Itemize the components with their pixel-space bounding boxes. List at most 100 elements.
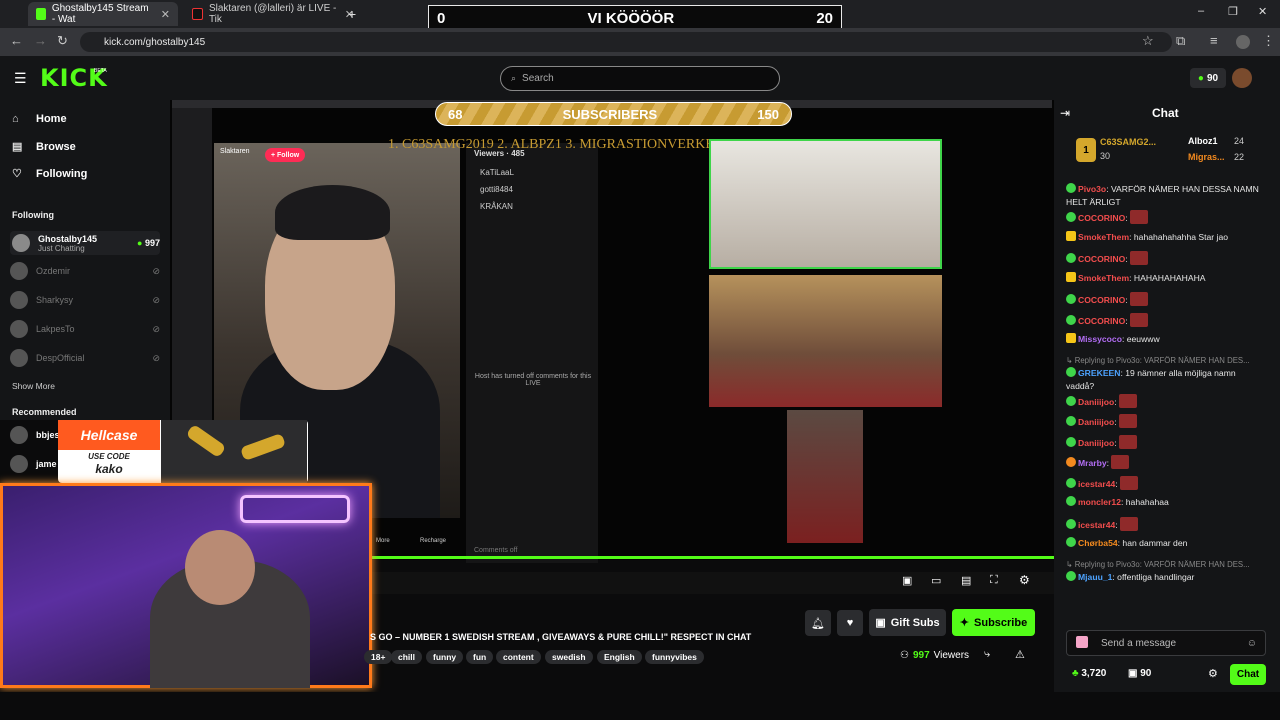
chat-username[interactable]: SmokeThem <box>1078 273 1129 283</box>
following-item-ozdemir[interactable]: Ozdemir ⊘ <box>10 262 160 280</box>
chat-username[interactable]: COCORINO <box>1078 316 1125 326</box>
chat-username[interactable]: Daniiijoo <box>1078 417 1114 427</box>
notification-bell-button[interactable]: 🔔︎ <box>805 610 831 636</box>
tag[interactable]: swedish <box>545 650 593 664</box>
profile-icon[interactable] <box>1236 35 1250 49</box>
hamburger-menu-icon[interactable]: ☰ <box>14 70 27 87</box>
back-icon[interactable]: ← <box>10 33 23 48</box>
theater-mode-icon[interactable]: ▭ <box>931 574 941 587</box>
chat-username[interactable]: Mjauu_1 <box>1078 572 1112 582</box>
tag[interactable]: content <box>496 650 541 664</box>
clip-icon[interactable]: ▤ <box>961 574 971 587</box>
gift-icon[interactable] <box>1076 636 1088 648</box>
leader-name[interactable]: C63SAMG2... <box>1100 137 1156 147</box>
pip-icon[interactable]: ▣ <box>902 574 912 587</box>
subscribe-button[interactable]: ✦ Subscribe <box>952 609 1035 636</box>
score-right: 20 <box>816 9 833 27</box>
tag[interactable]: chill <box>391 650 423 664</box>
gift-subs-button[interactable]: ▣ Gift Subs <box>869 609 946 636</box>
tab-close-icon[interactable]: ✕ <box>161 8 170 21</box>
nav-following[interactable]: ♡ Following <box>12 167 87 181</box>
follow-heart-button[interactable]: ♥ <box>837 610 863 636</box>
address-bar[interactable]: kick.com/ghostalby145 <box>80 32 1172 52</box>
avatar <box>10 455 28 473</box>
chat-username[interactable]: Pivo3o <box>1078 184 1106 194</box>
kicks-balance[interactable]: ♣ 3,720 <box>1072 668 1106 679</box>
maximize-button[interactable]: ❐ <box>1228 5 1238 18</box>
following-item-sharkysy[interactable]: Sharkysy ⊘ <box>10 291 160 309</box>
following-item-despofficial[interactable]: DespOfficial ⊘ <box>10 349 160 367</box>
collapse-chat-icon[interactable]: ⇥ <box>1060 106 1070 120</box>
show-more-link[interactable]: Show More <box>12 381 55 391</box>
chat-message: SmokeThem: HAHAHAHAHAHA <box>1066 271 1266 285</box>
recommended-heading: Recommended <box>12 407 77 417</box>
chat-username[interactable]: icestar44 <box>1078 520 1115 530</box>
menu-dots-icon[interactable]: ⋮ <box>1262 33 1275 49</box>
reload-icon[interactable]: ↻ <box>57 33 68 49</box>
chat-badge-icon <box>1066 537 1076 547</box>
chat-username[interactable]: Mrarby <box>1078 458 1107 468</box>
chat-emote-icon <box>1130 210 1149 224</box>
avatar <box>12 234 30 252</box>
tag[interactable]: funnyvibes <box>645 650 704 664</box>
chat-text: eeuwww <box>1126 334 1160 344</box>
chat-settings-icon[interactable]: ⚙ <box>1208 667 1218 680</box>
tab-kick[interactable]: Ghostalby145 Stream - Wat ✕ <box>28 2 178 26</box>
chat-message: Missycoco: eeuwww <box>1066 333 1266 346</box>
forward-icon[interactable]: → <box>34 33 47 48</box>
leader-name[interactable]: Migras... <box>1188 152 1225 162</box>
chat-username[interactable]: moncler12 <box>1078 497 1121 507</box>
points-balance[interactable]: ▣ 90 <box>1128 668 1151 679</box>
nav-browse[interactable]: ▤ Browse <box>12 140 76 154</box>
chat-username[interactable]: icestar44 <box>1078 479 1115 489</box>
tag[interactable]: 18+ <box>364 650 393 664</box>
extensions-icon[interactable]: ⧉ <box>1176 33 1185 49</box>
subs-current: 68 <box>448 106 463 122</box>
following-item-lakpesto[interactable]: LakpesTo ⊘ <box>10 320 160 338</box>
points-badge[interactable]: ● 90 <box>1190 68 1226 88</box>
tag[interactable]: funny <box>426 650 464 664</box>
search-input[interactable]: ⌕ Search <box>500 66 780 91</box>
chat-username[interactable]: COCORINO <box>1078 295 1125 305</box>
leader-rank-badge: 1 <box>1076 138 1096 162</box>
media-icon[interactable]: ≡ <box>1210 33 1218 48</box>
chat-username[interactable]: Daniiijoo <box>1078 438 1114 448</box>
chat-text: hahahahahahha Star jao <box>1133 231 1229 242</box>
user-avatar[interactable] <box>1232 68 1252 88</box>
avatar <box>10 262 28 280</box>
browse-icon: ▤ <box>12 141 23 153</box>
chat-username[interactable]: Daniiijoo <box>1078 397 1114 407</box>
offline-icon: ⊘ <box>152 265 160 276</box>
chat-username[interactable]: SmokeThem <box>1078 232 1129 242</box>
tag[interactable]: English <box>597 650 642 664</box>
share-icon[interactable]: ⤷ <box>984 648 990 661</box>
send-message-placeholder: Send a message <box>1101 637 1177 649</box>
close-window-button[interactable]: ✕ <box>1258 5 1267 18</box>
new-tab-button[interactable]: + <box>348 6 356 22</box>
report-icon[interactable]: ⚠ <box>1015 648 1025 661</box>
following-item-ghostalby145[interactable]: Ghostalby145 Just Chatting ● 997 <box>10 231 160 255</box>
chat-username[interactable]: COCORINO <box>1078 213 1125 223</box>
tab-tiktok[interactable]: Slaktaren (@lalleri) är LIVE - Tik ✕ <box>184 2 362 26</box>
minimize-button[interactable]: – <box>1198 5 1204 17</box>
emoji-icon[interactable]: ☺ <box>1247 638 1257 649</box>
settings-gear-icon[interactable]: ⚙ <box>1019 573 1030 587</box>
nav-home[interactable]: ⌂ Home <box>12 113 67 125</box>
leader-name[interactable]: Alboz1 <box>1188 136 1218 146</box>
chat-emote-icon <box>1119 393 1138 408</box>
chat-badge-icon <box>1066 183 1076 193</box>
chat-username[interactable]: GREKEEN <box>1078 368 1121 378</box>
chat-message: Pivo3o: VARFÖR NÄMER HAN DESSA NAMN HELT… <box>1066 183 1259 207</box>
bookmark-star-icon[interactable]: ☆ <box>1142 33 1154 49</box>
offline-icon: ⊘ <box>152 294 160 305</box>
chat-message: Daniiijoo: <box>1066 434 1266 450</box>
chat-input[interactable]: Send a message ☺ <box>1066 630 1266 656</box>
chat-text: han dammar den <box>1122 538 1188 548</box>
chat-username[interactable]: Chørba54 <box>1078 538 1118 548</box>
tag[interactable]: fun <box>466 650 494 664</box>
fullscreen-icon[interactable]: ⛶ <box>990 574 998 587</box>
chat-username[interactable]: Missycoco <box>1078 334 1122 344</box>
chat-username[interactable]: COCORINO <box>1078 254 1125 264</box>
chat-message: GREKEEN: 19 nämner alla möjliga namn vad… <box>1066 366 1236 391</box>
chat-send-button[interactable]: Chat <box>1230 664 1266 685</box>
